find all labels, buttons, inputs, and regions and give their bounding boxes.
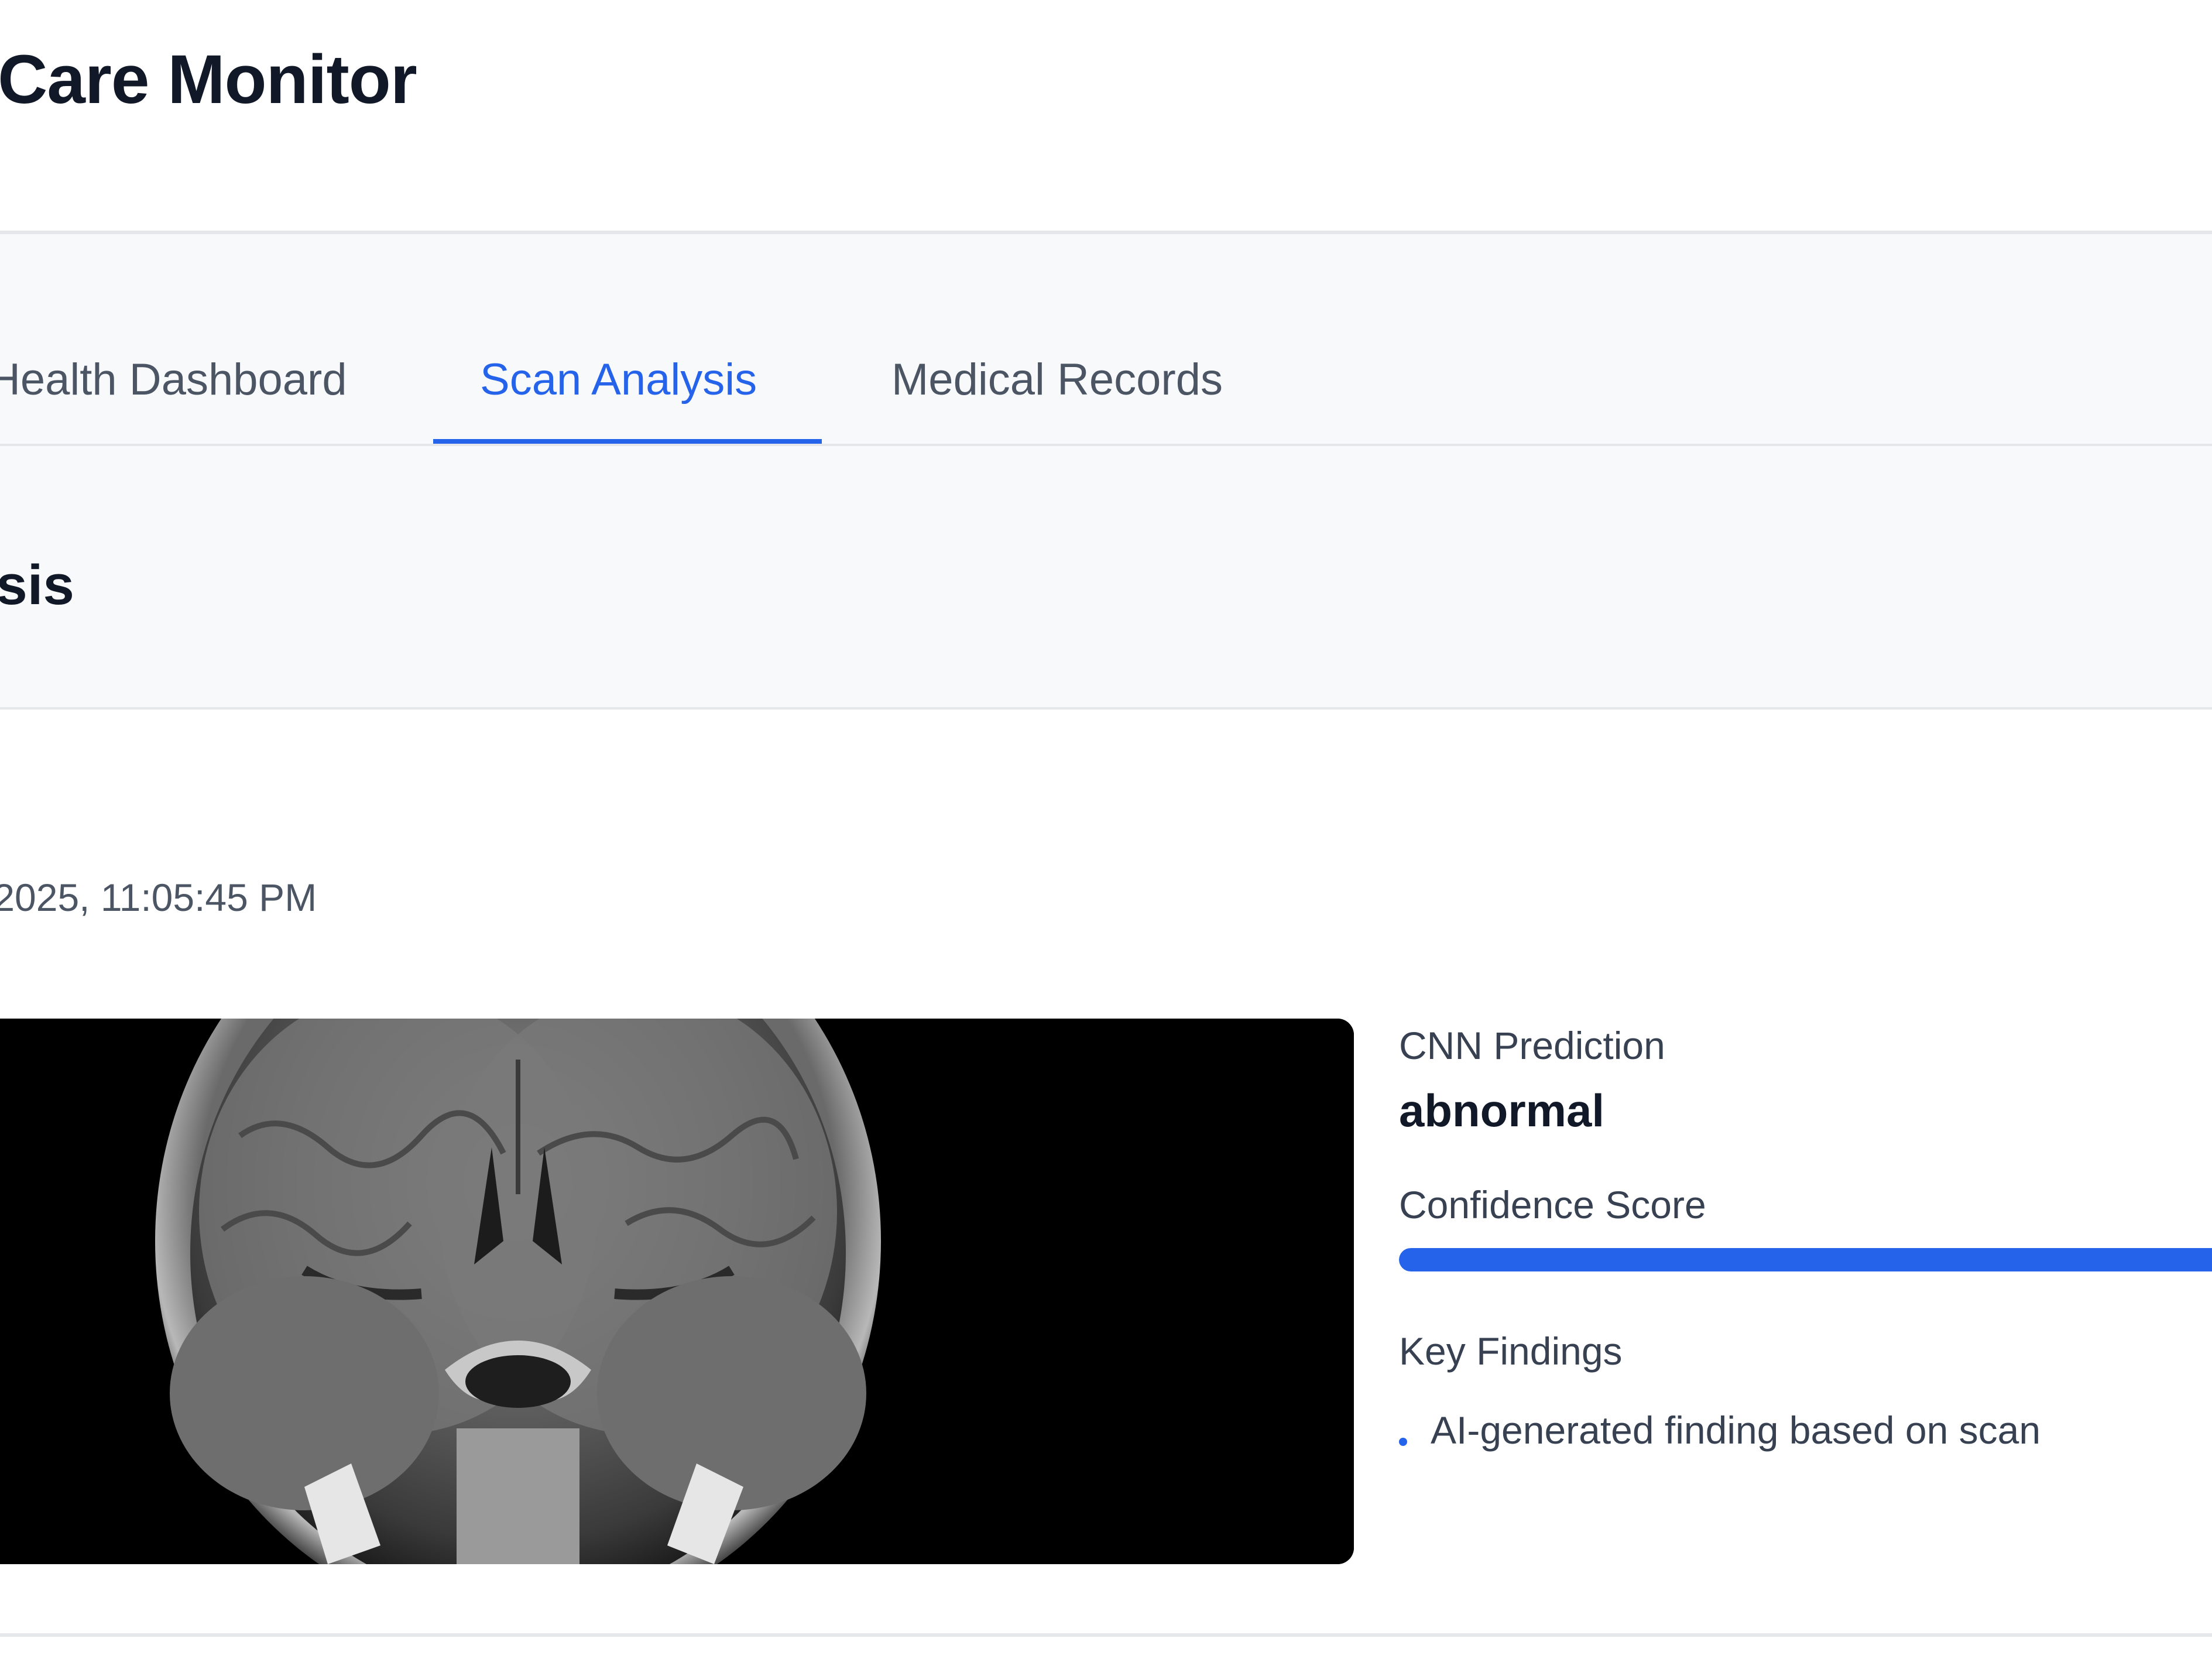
- scan-timestamp: /2025, 11:05:45 PM: [0, 876, 317, 919]
- app-page: nCare Monitor Health Dashboard Scan Anal…: [0, 0, 2212, 1659]
- section-title: ysis: [0, 554, 74, 616]
- cnn-prediction-value: abnormal: [1399, 1085, 1605, 1136]
- tab-medical-records[interactable]: Medical Records: [891, 354, 1223, 405]
- tab-health-dashboard[interactable]: Health Dashboard: [0, 354, 347, 405]
- brain-mri-scan-icon: [0, 1019, 1354, 1564]
- confidence-progress-bar: [1399, 1248, 2212, 1271]
- confidence-score-label: Confidence Score: [1399, 1183, 1706, 1226]
- finding-text: AI-generated finding based on scan: [1431, 1408, 2041, 1452]
- tabs-bar: [0, 234, 2212, 446]
- app-title: nCare Monitor: [0, 41, 417, 118]
- confidence-progress-fill: [1399, 1248, 2212, 1271]
- brain-mri-scan-image[interactable]: [0, 1019, 1354, 1564]
- tab-scan-analysis[interactable]: Scan Analysis: [480, 354, 757, 405]
- key-findings-label: Key Findings: [1399, 1329, 1623, 1373]
- cnn-prediction-label: CNN Prediction: [1399, 1024, 1665, 1067]
- finding-list-item: AI-generated finding based on scan: [1399, 1408, 2040, 1452]
- app-header: nCare Monitor: [0, 0, 2212, 234]
- bullet-icon: [1399, 1438, 1407, 1446]
- active-tab-indicator: [433, 439, 822, 444]
- section-header: [0, 446, 2212, 709]
- bottom-divider: [0, 1633, 2212, 1637]
